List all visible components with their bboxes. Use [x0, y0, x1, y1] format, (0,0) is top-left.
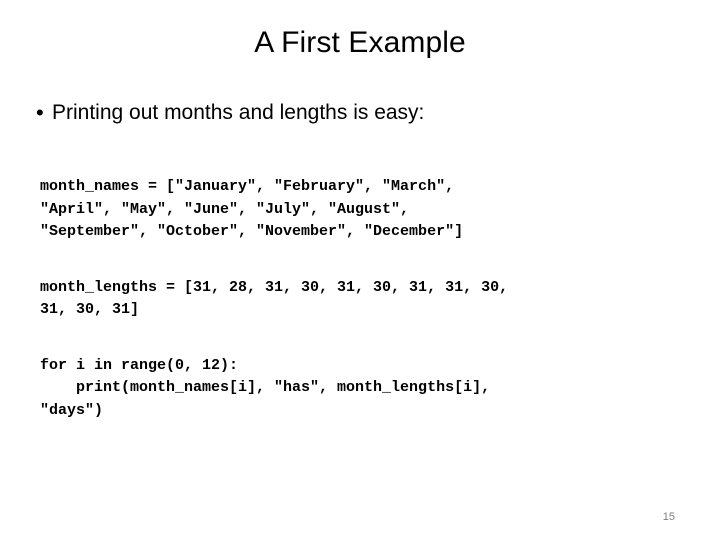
code-listing: month_names = ["January", "February", "M…	[40, 176, 690, 422]
code-block-month-lengths: month_lengths = [31, 28, 31, 30, 31, 30,…	[40, 278, 509, 319]
page-title: A First Example	[254, 26, 466, 59]
code-block-month-names: month_names = ["January", "February", "M…	[40, 178, 464, 240]
bullet-item-label: Printing out months and lengths is easy:	[52, 101, 425, 124]
code-block-for-loop: for i in range(0, 12): print(month_names…	[40, 356, 491, 419]
code-spacer	[40, 244, 690, 277]
code-spacer	[40, 322, 690, 355]
page-number: 15	[662, 511, 675, 523]
bullet-list-item: • Printing out months and lengths is eas…	[30, 98, 690, 128]
slide: A First Example • Printing out months an…	[0, 0, 720, 540]
bullet-point-icon: •	[36, 100, 44, 125]
